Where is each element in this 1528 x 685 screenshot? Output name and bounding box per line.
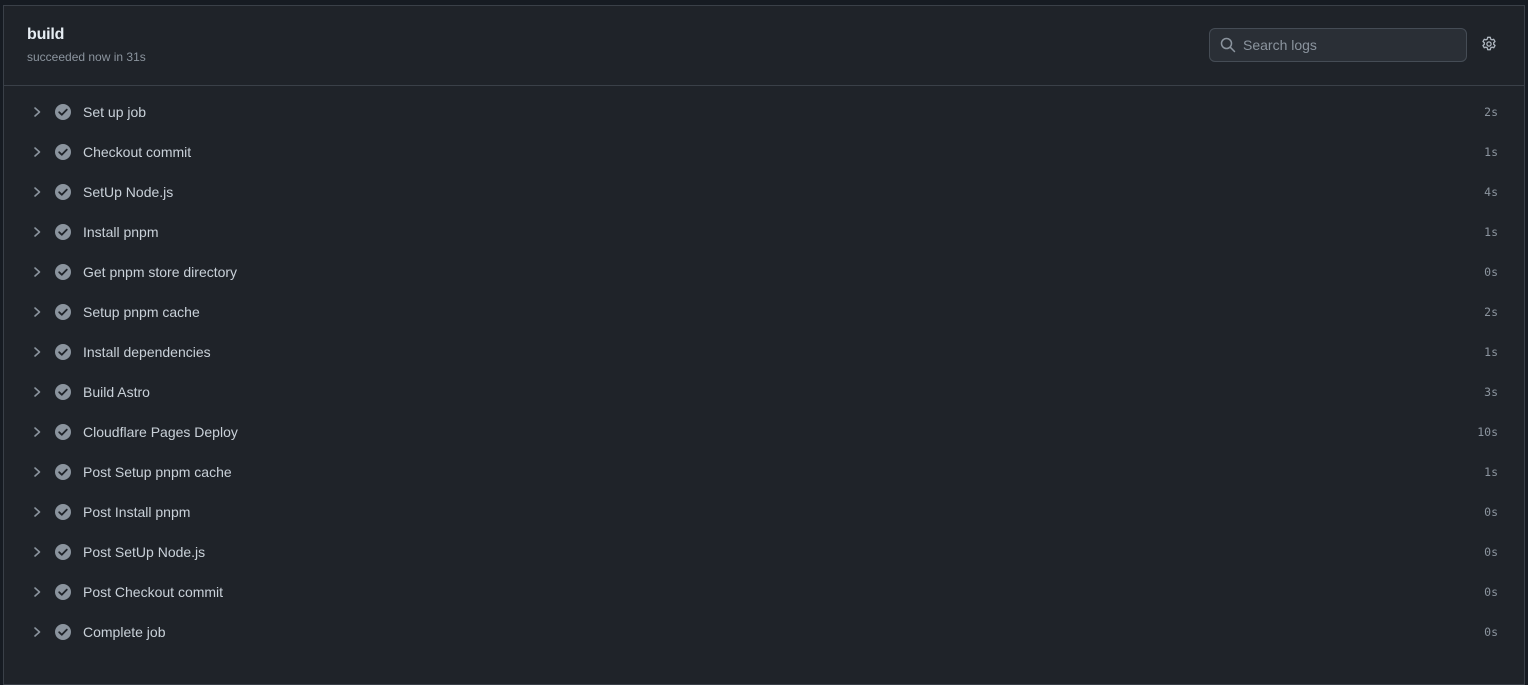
step-duration: 10s <box>1477 425 1498 439</box>
chevron-right-icon[interactable] <box>30 185 44 199</box>
check-circle-icon <box>54 543 72 561</box>
step-label: Setup pnpm cache <box>83 304 200 320</box>
step-row[interactable]: Post SetUp Node.js 0s <box>4 532 1524 572</box>
step-duration: 2s <box>1484 305 1498 319</box>
check-circle-icon <box>54 623 72 641</box>
step-label: Install dependencies <box>83 344 211 360</box>
check-circle-icon <box>54 423 72 441</box>
step-duration: 1s <box>1484 145 1498 159</box>
step-duration: 1s <box>1484 225 1498 239</box>
chevron-right-icon[interactable] <box>30 545 44 559</box>
check-circle-icon <box>54 383 72 401</box>
chevron-right-icon[interactable] <box>30 225 44 239</box>
step-row[interactable]: Build Astro 3s <box>4 372 1524 412</box>
step-duration: 0s <box>1484 505 1498 519</box>
step-row[interactable]: Setup pnpm cache 2s <box>4 292 1524 332</box>
check-circle-icon <box>54 223 72 241</box>
check-circle-icon <box>54 343 72 361</box>
chevron-right-icon[interactable] <box>30 465 44 479</box>
step-duration: 4s <box>1484 185 1498 199</box>
step-label: Complete job <box>83 624 166 640</box>
chevron-right-icon[interactable] <box>30 425 44 439</box>
search-icon <box>1220 37 1236 53</box>
search-input[interactable] <box>1236 30 1466 60</box>
gear-icon <box>1481 36 1497 57</box>
step-duration: 3s <box>1484 385 1498 399</box>
chevron-right-icon[interactable] <box>30 345 44 359</box>
step-label: Post Setup pnpm cache <box>83 464 232 480</box>
step-duration: 2s <box>1484 105 1498 119</box>
step-row[interactable]: Set up job 2s <box>4 92 1524 132</box>
check-circle-icon <box>54 463 72 481</box>
job-log-panel: build succeeded now in 31s Search logs S… <box>3 5 1525 685</box>
check-circle-icon <box>54 143 72 161</box>
step-row[interactable]: Post Checkout commit 0s <box>4 572 1524 612</box>
step-row[interactable]: Get pnpm store directory 0s <box>4 252 1524 292</box>
job-title: build <box>27 26 65 43</box>
step-label: Cloudflare Pages Deploy <box>83 424 238 440</box>
check-circle-icon <box>54 583 72 601</box>
step-duration: 1s <box>1484 345 1498 359</box>
step-row[interactable]: Complete job 0s <box>4 612 1524 652</box>
search-box[interactable] <box>1209 28 1467 62</box>
step-duration: 0s <box>1484 265 1498 279</box>
step-row[interactable]: Post Setup pnpm cache 1s <box>4 452 1524 492</box>
step-label: Post Checkout commit <box>83 584 224 600</box>
check-circle-icon <box>54 503 72 521</box>
step-label: Build Astro <box>83 384 150 400</box>
step-label: Install pnpm <box>83 224 159 240</box>
chevron-right-icon[interactable] <box>30 265 44 279</box>
chevron-right-icon[interactable] <box>30 105 44 119</box>
chevron-right-icon[interactable] <box>30 305 44 319</box>
chevron-right-icon[interactable] <box>30 585 44 599</box>
check-circle-icon <box>54 183 72 201</box>
chevron-right-icon[interactable] <box>30 385 44 399</box>
step-duration: 1s <box>1484 465 1498 479</box>
step-row[interactable]: Post Install pnpm 0s <box>4 492 1524 532</box>
step-label: Post Install pnpm <box>83 504 191 520</box>
step-row[interactable]: Cloudflare Pages Deploy 10s <box>4 412 1524 452</box>
chevron-right-icon[interactable] <box>30 625 44 639</box>
step-label: Post SetUp Node.js <box>83 544 206 560</box>
step-label: Checkout commit <box>83 144 192 160</box>
step-label: Set up job <box>83 104 147 120</box>
check-circle-icon <box>54 263 72 281</box>
step-label: Get pnpm store directory <box>83 264 238 280</box>
job-status: succeeded now in 31s <box>27 50 146 64</box>
step-row[interactable]: Checkout commit 1s <box>4 132 1524 172</box>
settings-button[interactable] <box>1480 36 1498 57</box>
step-duration: 0s <box>1484 625 1498 639</box>
job-header: build succeeded now in 31s <box>4 6 1524 86</box>
steps-list: Set up job 2s Checkout commit 1s SetUp N… <box>4 92 1524 652</box>
step-label: SetUp Node.js <box>83 184 174 200</box>
chevron-right-icon[interactable] <box>30 145 44 159</box>
chevron-right-icon[interactable] <box>30 505 44 519</box>
step-duration: 0s <box>1484 585 1498 599</box>
step-row[interactable]: Install dependencies 1s <box>4 332 1524 372</box>
step-row[interactable]: Install pnpm 1s <box>4 212 1524 252</box>
step-row[interactable]: SetUp Node.js 4s <box>4 172 1524 212</box>
check-circle-icon <box>54 103 72 121</box>
check-circle-icon <box>54 303 72 321</box>
step-duration: 0s <box>1484 545 1498 559</box>
